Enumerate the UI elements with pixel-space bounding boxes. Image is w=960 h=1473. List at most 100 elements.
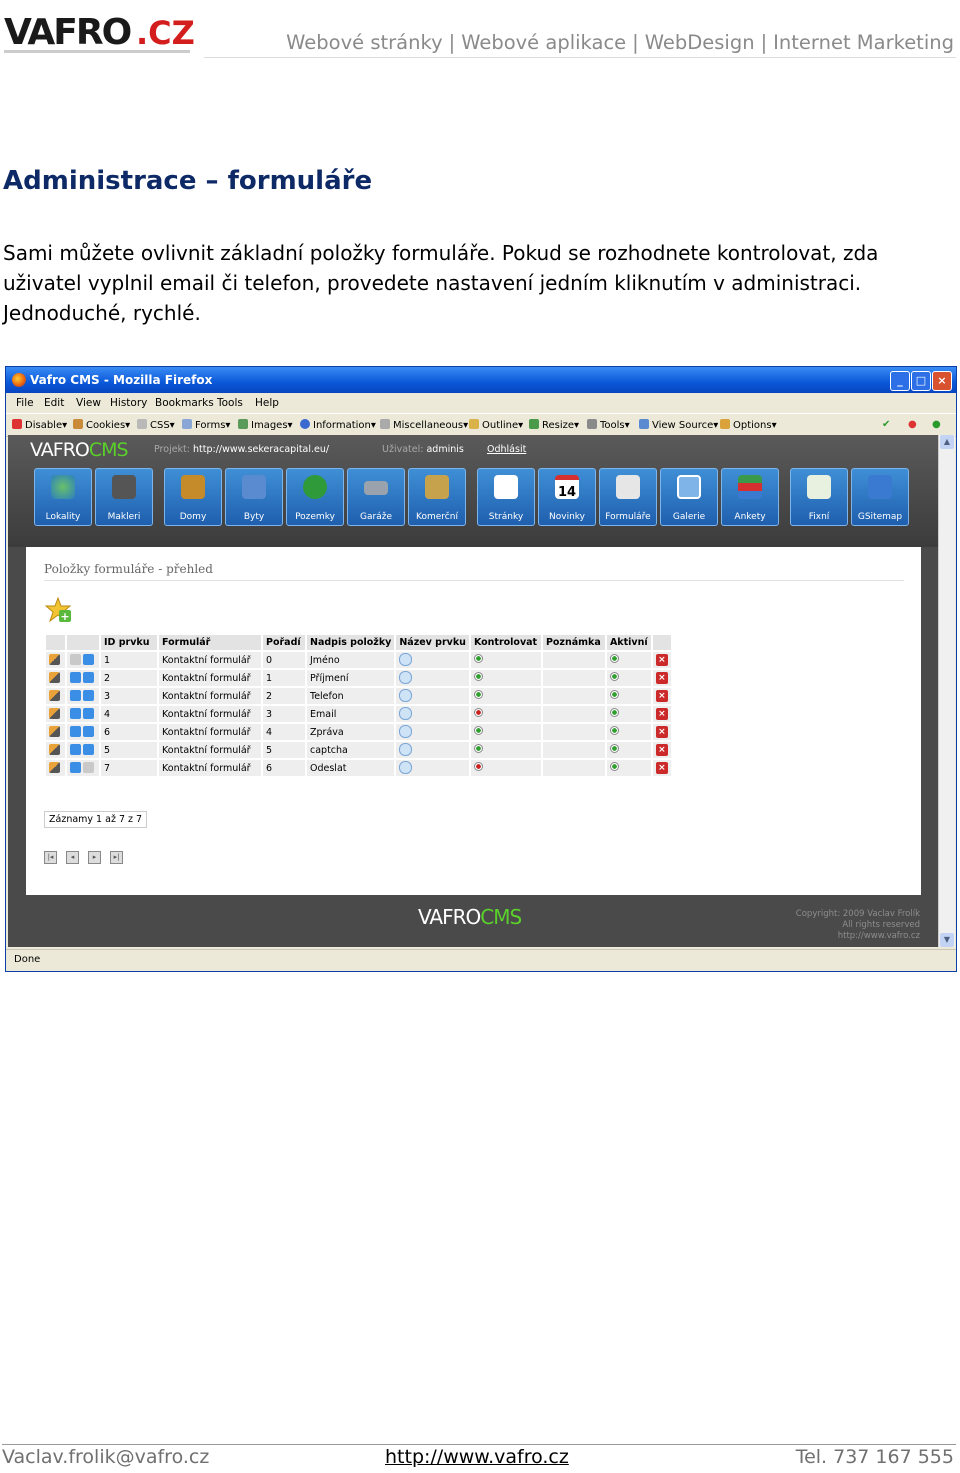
edit-icon[interactable] xyxy=(44,722,67,742)
move-down-icon[interactable] xyxy=(83,690,94,701)
nav-item-webove-stranky[interactable]: Webové stránky xyxy=(286,31,442,54)
move-buttons[interactable] xyxy=(65,650,101,670)
add-star-icon[interactable]: + xyxy=(45,597,73,623)
menu-tools[interactable]: Tools xyxy=(217,397,243,409)
col-name[interactable]: Název prvku xyxy=(394,633,471,652)
active-toggle[interactable] xyxy=(604,668,653,688)
webdev-information[interactable]: Information▾ xyxy=(300,419,376,431)
delete-icon[interactable]: × xyxy=(650,650,673,670)
active-toggle[interactable] xyxy=(604,686,653,706)
edit-icon[interactable] xyxy=(44,758,67,778)
webdev-resize[interactable]: Resize▾ xyxy=(529,419,579,431)
menu-help[interactable]: Help xyxy=(255,397,279,409)
move-buttons[interactable] xyxy=(65,668,101,688)
tile-domy[interactable]: Domy xyxy=(164,468,222,526)
delete-icon[interactable]: × xyxy=(650,740,673,760)
tile-stranky[interactable]: Stránky xyxy=(477,468,535,526)
move-down-icon[interactable] xyxy=(83,672,94,683)
close-icon[interactable]: × xyxy=(932,371,952,391)
tile-fixni[interactable]: Fixní xyxy=(790,468,848,526)
minimize-icon[interactable]: _ xyxy=(890,371,910,391)
scroll-up-icon[interactable]: ▲ xyxy=(940,435,954,449)
footer-email[interactable]: Vaclav.frolik@vafro.cz xyxy=(2,1446,209,1468)
edit-icon[interactable] xyxy=(44,686,67,706)
tile-byty[interactable]: Byty xyxy=(225,468,283,526)
tile-makleri[interactable]: Makleri xyxy=(95,468,153,526)
webdev-options[interactable]: Options▾ xyxy=(720,419,777,431)
active-toggle[interactable] xyxy=(604,704,653,724)
nav-item-internet-marketing[interactable]: Internet Marketing xyxy=(773,31,954,54)
check-toggle[interactable] xyxy=(468,686,543,706)
comment-icon[interactable] xyxy=(394,650,471,670)
move-up-icon[interactable] xyxy=(70,708,81,719)
check-toggle[interactable] xyxy=(468,704,543,724)
check-toggle[interactable] xyxy=(468,668,543,688)
tile-novinky[interactable]: 14 Novinky xyxy=(538,468,596,526)
menu-bookmarks[interactable]: Bookmarks xyxy=(155,397,214,409)
edit-icon[interactable] xyxy=(44,650,67,670)
webdev-images[interactable]: Images▾ xyxy=(238,419,293,431)
move-up-icon[interactable] xyxy=(70,672,81,683)
check-toggle[interactable] xyxy=(468,740,543,760)
check-toggle[interactable] xyxy=(468,722,543,742)
move-up-icon[interactable] xyxy=(70,654,81,665)
webdev-view-source[interactable]: View Source▾ xyxy=(639,419,718,431)
next-page-icon[interactable]: ▸ xyxy=(88,851,101,864)
move-buttons[interactable] xyxy=(65,740,101,760)
footer-url[interactable]: http://www.vafro.cz xyxy=(385,1446,569,1468)
nav-item-webdesign[interactable]: WebDesign xyxy=(645,31,755,54)
move-down-icon[interactable] xyxy=(83,762,94,773)
move-down-icon[interactable] xyxy=(83,708,94,719)
delete-icon[interactable]: × xyxy=(650,704,673,724)
move-buttons[interactable] xyxy=(65,704,101,724)
maximize-icon[interactable]: □ xyxy=(911,371,931,391)
col-check[interactable]: Kontrolovat xyxy=(468,633,543,652)
comment-icon[interactable] xyxy=(394,668,471,688)
col-form[interactable]: Formulář xyxy=(157,633,263,652)
move-buttons[interactable] xyxy=(65,758,101,778)
logout-link[interactable]: Odhlásit xyxy=(487,444,526,455)
webdev-css[interactable]: CSS▾ xyxy=(137,419,175,431)
comment-icon[interactable] xyxy=(394,722,471,742)
menu-view[interactable]: View xyxy=(76,397,101,409)
tile-ankety[interactable]: Ankety xyxy=(721,468,779,526)
delete-icon[interactable]: × xyxy=(650,758,673,778)
edit-icon[interactable] xyxy=(44,704,67,724)
active-toggle[interactable] xyxy=(604,758,653,778)
tile-galerie[interactable]: Galerie xyxy=(660,468,718,526)
comment-icon[interactable] xyxy=(394,704,471,724)
prev-page-icon[interactable]: ◂ xyxy=(66,851,79,864)
menu-edit[interactable]: Edit xyxy=(44,397,64,409)
scrollbar[interactable]: ▲ ▼ xyxy=(938,435,955,947)
first-page-icon[interactable]: |◂ xyxy=(44,851,57,864)
col-note[interactable]: Poznámka xyxy=(540,633,607,652)
col-id[interactable]: ID prvku xyxy=(99,633,159,652)
webdev-cookies[interactable]: Cookies▾ xyxy=(73,419,130,431)
move-down-icon[interactable] xyxy=(83,654,94,665)
edit-icon[interactable] xyxy=(44,740,67,760)
webdev-miscellaneous[interactable]: Miscellaneous▾ xyxy=(380,419,468,431)
move-down-icon[interactable] xyxy=(83,726,94,737)
tile-formulare[interactable]: Formuláře xyxy=(599,468,657,526)
col-order[interactable]: Pořadí xyxy=(261,633,307,652)
webdev-forms[interactable]: Forms▾ xyxy=(182,419,230,431)
last-page-icon[interactable]: ▸| xyxy=(110,851,123,864)
menu-file[interactable]: File xyxy=(16,397,34,409)
move-up-icon[interactable] xyxy=(70,690,81,701)
tile-komercni[interactable]: Komerční xyxy=(408,468,466,526)
col-active[interactable]: Aktivní xyxy=(604,633,653,652)
tile-pozemky[interactable]: Pozemky xyxy=(286,468,344,526)
move-up-icon[interactable] xyxy=(70,762,81,773)
check-toggle[interactable] xyxy=(468,758,543,778)
active-toggle[interactable] xyxy=(604,740,653,760)
active-toggle[interactable] xyxy=(604,650,653,670)
move-buttons[interactable] xyxy=(65,722,101,742)
webdev-tools[interactable]: Tools▾ xyxy=(587,419,630,431)
comment-icon[interactable] xyxy=(394,740,471,760)
delete-icon[interactable]: × xyxy=(650,686,673,706)
move-down-icon[interactable] xyxy=(83,744,94,755)
delete-icon[interactable]: × xyxy=(650,722,673,742)
comment-icon[interactable] xyxy=(394,686,471,706)
move-buttons[interactable] xyxy=(65,686,101,706)
edit-icon[interactable] xyxy=(44,668,67,688)
